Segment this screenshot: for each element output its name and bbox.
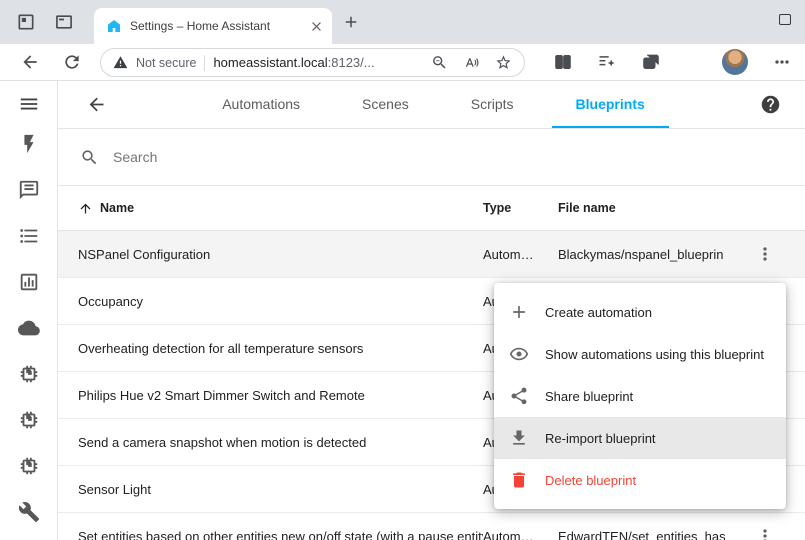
menu-item-label: Re-import blueprint xyxy=(545,431,656,446)
tab-actions-icon[interactable] xyxy=(54,12,74,32)
sidebar-menu-icon[interactable] xyxy=(18,93,40,115)
blueprint-type: Autom… xyxy=(483,247,558,262)
favorites-hub-icon[interactable] xyxy=(597,52,617,72)
menu-item-label: Share blueprint xyxy=(545,389,633,404)
sidebar-chat-icon[interactable] xyxy=(18,179,40,201)
delete-icon xyxy=(509,470,529,490)
split-screen-icon[interactable] xyxy=(553,52,573,72)
menu-item-share-blueprint[interactable]: Share blueprint xyxy=(494,375,786,417)
column-header-type[interactable]: Type xyxy=(483,201,558,215)
eye-icon xyxy=(509,344,529,364)
sidebar-bolt-icon[interactable] xyxy=(18,133,40,155)
ha-sidebar xyxy=(0,81,58,540)
security-label[interactable]: Not secure xyxy=(136,56,196,70)
browser-more-icon[interactable] xyxy=(772,52,792,72)
help-icon[interactable] xyxy=(760,94,781,115)
search-row xyxy=(58,129,805,186)
url-host: homeassistant.local xyxy=(213,55,327,70)
sidebar-chip-icon[interactable] xyxy=(18,363,40,385)
menu-item-show-automations[interactable]: Show automations using this blueprint xyxy=(494,333,786,375)
address-bar[interactable]: Not secure homeassistant.local:8123/... xyxy=(100,48,525,77)
sidebar-chip-icon[interactable] xyxy=(18,455,40,477)
browser-window: Settings – Home Assistant Not secure hom… xyxy=(0,0,805,540)
blueprint-name: Sensor Light xyxy=(58,482,483,497)
menu-item-create-automation[interactable]: Create automation xyxy=(494,291,786,333)
address-divider xyxy=(204,55,205,71)
plus-icon xyxy=(509,302,529,322)
back-button[interactable] xyxy=(20,52,40,72)
read-aloud-icon[interactable] xyxy=(463,54,480,71)
home-assistant-favicon xyxy=(106,18,122,34)
sidebar-list-icon[interactable] xyxy=(18,225,40,247)
blueprint-file: Blackymas/nspanel_blueprin… xyxy=(558,247,725,262)
blueprint-context-menu: Create automation Show automations using… xyxy=(494,283,786,509)
search-icon xyxy=(80,148,99,167)
browser-toolbar: Not secure homeassistant.local:8123/... xyxy=(0,44,805,81)
row-menu-button[interactable] xyxy=(725,244,805,264)
menu-item-label: Delete blueprint xyxy=(545,473,636,488)
tab-title: Settings – Home Assistant xyxy=(130,19,301,33)
refresh-button[interactable] xyxy=(62,52,82,72)
row-menu-button[interactable] xyxy=(725,526,805,540)
menu-item-label: Show automations using this blueprint xyxy=(545,347,764,362)
column-header-name[interactable]: Name xyxy=(58,201,483,216)
browser-tab[interactable]: Settings – Home Assistant xyxy=(94,8,332,44)
sidebar-chart-icon[interactable] xyxy=(18,271,40,293)
url-text[interactable]: homeassistant.local:8123/... xyxy=(213,55,423,70)
sidebar-cloud-icon[interactable] xyxy=(18,317,40,339)
table-row[interactable]: NSPanel Configuration Autom… Blackymas/n… xyxy=(58,231,805,278)
close-tab-icon[interactable] xyxy=(309,19,324,34)
ha-back-icon[interactable] xyxy=(86,94,107,115)
table-row[interactable]: Set entities based on other entities new… xyxy=(58,513,805,540)
tab-scenes[interactable]: Scenes xyxy=(338,81,433,128)
blueprint-type: Autom… xyxy=(483,529,558,540)
sidebar-wrench-icon[interactable] xyxy=(18,501,40,523)
zoom-out-icon[interactable] xyxy=(431,54,448,71)
sidebar-chip-icon[interactable] xyxy=(18,409,40,431)
not-secure-icon xyxy=(113,55,128,70)
ha-nav-tabs: Automations Scenes Scripts Blueprints xyxy=(107,81,760,128)
share-icon xyxy=(509,386,529,406)
blueprint-name: NSPanel Configuration xyxy=(58,247,483,262)
favorite-star-icon[interactable] xyxy=(495,54,512,71)
search-input[interactable] xyxy=(113,149,783,165)
menu-item-label: Create automation xyxy=(545,305,652,320)
column-header-file[interactable]: File name xyxy=(558,201,725,215)
blueprint-file: EdwardTEN/set_entities_has… xyxy=(558,529,725,540)
menu-item-delete-blueprint[interactable]: Delete blueprint xyxy=(494,459,786,501)
ha-appbar: Automations Scenes Scripts Blueprints xyxy=(58,81,805,129)
download-icon xyxy=(509,428,529,448)
column-header-name-label: Name xyxy=(100,201,134,215)
browser-tab-strip: Settings – Home Assistant xyxy=(0,0,805,44)
blueprint-name: Occupancy xyxy=(58,294,483,309)
dots-vertical-icon xyxy=(755,526,775,540)
blueprint-name: Overheating detection for all temperatur… xyxy=(58,341,483,356)
workspaces-icon[interactable] xyxy=(16,12,36,32)
tab-automations[interactable]: Automations xyxy=(198,81,324,128)
new-tab-button[interactable] xyxy=(342,13,360,31)
dots-vertical-icon xyxy=(755,244,775,264)
blueprint-name: Philips Hue v2 Smart Dimmer Switch and R… xyxy=(58,388,483,403)
url-rest: :8123/... xyxy=(328,55,375,70)
blueprint-name: Set entities based on other entities new… xyxy=(58,529,483,540)
table-header: Name Type File name xyxy=(58,186,805,231)
menu-item-reimport-blueprint[interactable]: Re-import blueprint xyxy=(494,417,786,459)
tab-blueprints[interactable]: Blueprints xyxy=(552,81,669,128)
maximize-button[interactable] xyxy=(779,14,791,25)
profile-avatar[interactable] xyxy=(722,49,748,75)
collections-icon[interactable] xyxy=(641,52,661,72)
sort-ascending-icon xyxy=(78,201,93,216)
blueprint-name: Send a camera snapshot when motion is de… xyxy=(58,435,483,450)
tab-scripts[interactable]: Scripts xyxy=(447,81,538,128)
